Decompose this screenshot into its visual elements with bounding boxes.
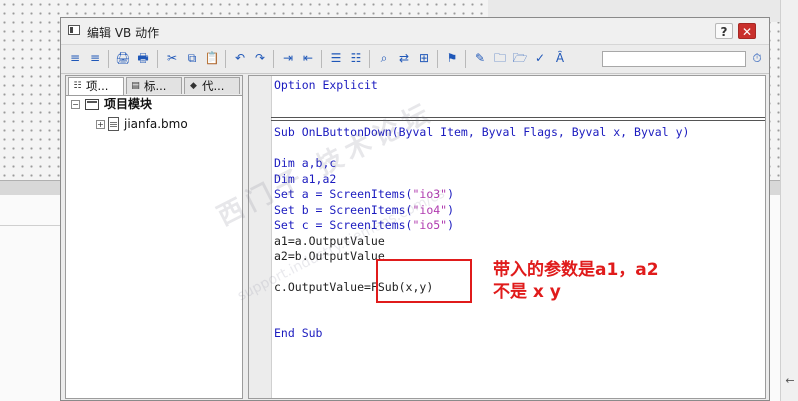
toolbar-separator	[225, 50, 226, 68]
print-icon[interactable]: 🖨	[115, 50, 131, 66]
editor-gutter	[249, 76, 272, 398]
tab-code-label: 代...	[202, 79, 225, 93]
window-icon	[68, 25, 80, 35]
code-string: "io4"	[412, 203, 448, 217]
outdent-icon[interactable]: ⇤	[300, 50, 316, 66]
code-line-set-c[interactable]: Set c = ScreenItems("io5")	[274, 217, 454, 233]
compile-icon[interactable]: Ȃ	[552, 50, 568, 66]
code-string: "io5"	[412, 218, 448, 232]
tab-tags-label: 标...	[144, 79, 167, 93]
code-line-a1-assign[interactable]: a1=a.OutputValue	[274, 233, 385, 249]
help-button[interactable]: ?	[715, 23, 733, 39]
toolbar-separator	[273, 50, 274, 68]
tree-icon: ☷	[73, 81, 82, 91]
uncomment-icon[interactable]: ☷	[348, 50, 364, 66]
syntax-check-icon[interactable]: ⚑	[444, 50, 460, 66]
folder-add-icon[interactable]: 🗁	[512, 50, 528, 66]
code-line-set-a[interactable]: Set a = ScreenItems("io3")	[274, 186, 454, 202]
code-string: "io3"	[412, 187, 448, 201]
procedure-separator	[271, 117, 765, 118]
tree-root-label[interactable]: 项目模块	[104, 96, 152, 112]
tab-tags[interactable]: ▤ 标...	[126, 77, 182, 94]
paste-icon[interactable]: 📋	[204, 50, 220, 66]
code-line-a2-assign[interactable]: a2=b.OutputValue	[274, 248, 385, 264]
comment-icon[interactable]: ☰	[328, 50, 344, 66]
code-text: )	[447, 203, 455, 217]
tag-icon: ▤	[131, 81, 140, 91]
highlight-annotation-box	[376, 259, 472, 303]
toolbar-separator	[321, 50, 322, 68]
code-line-sub-declaration[interactable]: Sub OnLButtonDown(Byval Item, Byval Flag…	[274, 124, 689, 140]
dialog-title: 编辑 VB 动作	[87, 26, 160, 40]
toolbar-separator	[108, 50, 109, 68]
clock-icon[interactable]: ⏱	[749, 50, 765, 66]
project-panel: ☷ 项... ▤ 标... ◆ 代... − 项目模块 + jianfa.bmo	[65, 75, 243, 399]
replace-icon[interactable]: ⇄	[396, 50, 412, 66]
background-divider	[0, 225, 60, 226]
find-icon[interactable]: ⌕	[376, 50, 392, 66]
folder-icon[interactable]: 🗀	[492, 50, 508, 66]
module-folder-icon	[85, 99, 99, 110]
print-preview-icon[interactable]: 🖶	[135, 50, 151, 66]
tree-collapse-toggle[interactable]: −	[71, 100, 80, 109]
align-right-icon[interactable]: ≡	[87, 50, 103, 66]
dialog-titlebar[interactable]: 编辑 VB 动作 ? ✕	[61, 18, 769, 45]
code-text: Set a = ScreenItems(	[274, 187, 413, 201]
tree-expand-toggle[interactable]: +	[96, 120, 105, 129]
annotation-line-2: 不是 x y	[493, 282, 561, 302]
cut-icon[interactable]: ✂	[164, 50, 180, 66]
code-line-option-explicit[interactable]: Option Explicit	[274, 77, 378, 93]
tab-code[interactable]: ◆ 代...	[184, 77, 240, 94]
code-line-end-sub[interactable]: End Sub	[274, 325, 322, 341]
tab-project[interactable]: ☷ 项...	[68, 77, 124, 95]
tab-project-label: 项...	[86, 79, 109, 93]
toolbar-separator	[465, 50, 466, 68]
tree-item-jianfa[interactable]: jianfa.bmo	[124, 116, 188, 132]
code-text: )	[447, 187, 455, 201]
indent-icon[interactable]: ⇥	[280, 50, 296, 66]
edit-vb-action-dialog: 编辑 VB 动作 ? ✕ ≡ ≡ 🖨 🖶 ✂ ⧉ 📋 ↶ ↷ ⇥ ⇤ ☰ ☷ ⌕…	[60, 17, 770, 401]
align-left-icon[interactable]: ≡	[67, 50, 83, 66]
new-item-icon[interactable]: ✎	[472, 50, 488, 66]
toolbar-separator	[437, 50, 438, 68]
code-text: Set c = ScreenItems(	[274, 218, 413, 232]
tag-icon[interactable]: ✓	[532, 50, 548, 66]
annotation-note: 带入的参数是a1，a2 不是 x y	[493, 259, 753, 303]
bookmark-icon[interactable]: ⊞	[416, 50, 432, 66]
code-text: Set b = ScreenItems(	[274, 203, 413, 217]
code-text: )	[447, 218, 455, 232]
toolbar-search-field[interactable]	[602, 51, 746, 67]
procedure-separator	[271, 120, 765, 121]
toolbar-separator	[369, 50, 370, 68]
code-editor[interactable]: Option Explicit Sub OnLButtonDown(Byval …	[248, 75, 766, 399]
close-button[interactable]: ✕	[738, 23, 756, 39]
undo-icon[interactable]: ↶	[232, 50, 248, 66]
annotation-line-1: 带入的参数是a1，a2	[493, 260, 659, 280]
toolbar-separator	[157, 50, 158, 68]
panel-tabs: ☷ 项... ▤ 标... ◆ 代...	[66, 76, 242, 96]
redo-icon[interactable]: ↷	[252, 50, 268, 66]
code-line-dim-abc[interactable]: Dim a,b,c	[274, 155, 336, 171]
bmo-file-icon	[108, 117, 119, 131]
background-scrollbar[interactable]: ←	[780, 0, 798, 401]
copy-icon[interactable]: ⧉	[184, 50, 200, 66]
scroll-arrow-icon[interactable]: ←	[783, 374, 797, 388]
code-icon: ◆	[190, 81, 197, 91]
editor-toolbar: ≡ ≡ 🖨 🖶 ✂ ⧉ 📋 ↶ ↷ ⇥ ⇤ ☰ ☷ ⌕ ⇄ ⊞ ⚑ ✎ 🗀 🗁 …	[61, 45, 769, 74]
code-line-set-b[interactable]: Set b = ScreenItems("io4")	[274, 202, 454, 218]
code-line-dim-a1a2[interactable]: Dim a1,a2	[274, 171, 336, 187]
